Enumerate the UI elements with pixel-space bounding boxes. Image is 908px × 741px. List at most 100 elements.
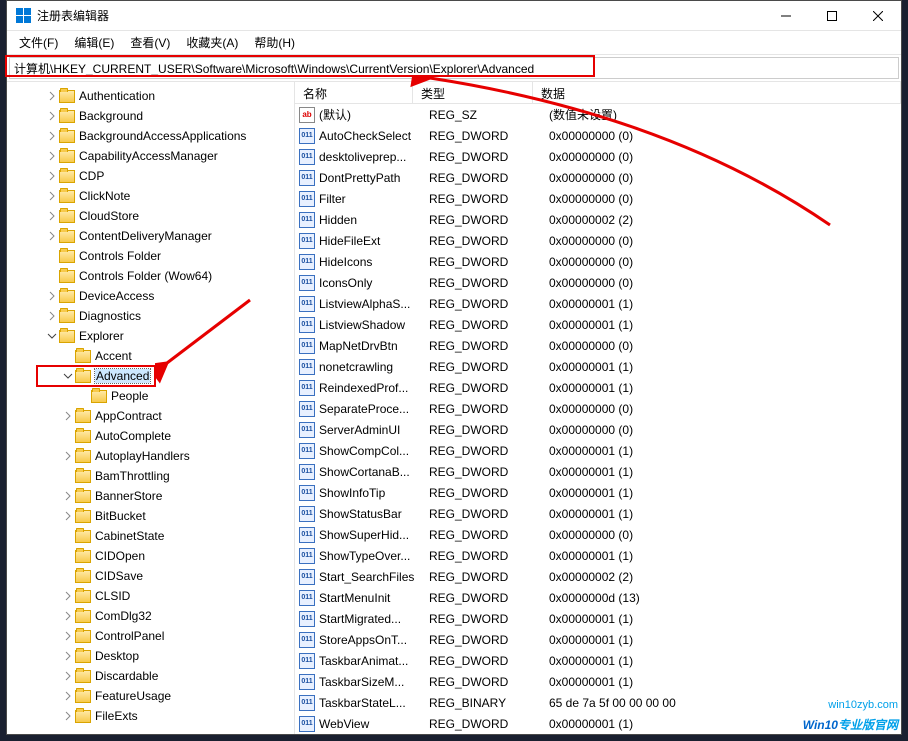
minimize-button[interactable] <box>763 1 809 31</box>
tree-item[interactable]: AutoComplete <box>7 426 294 446</box>
tree-item[interactable]: BitBucket <box>7 506 294 526</box>
chevron-icon[interactable] <box>61 371 75 381</box>
chevron-icon[interactable] <box>45 331 59 341</box>
value-row[interactable]: 011TaskbarAnimat...REG_DWORD0x00000001 (… <box>295 650 901 671</box>
tree-item[interactable]: AppContract <box>7 406 294 426</box>
chevron-icon[interactable] <box>61 411 75 421</box>
value-row[interactable]: 011TaskbarSizeM...REG_DWORD0x00000001 (1… <box>295 671 901 692</box>
value-row[interactable]: 011Start_SearchFilesREG_DWORD0x00000002 … <box>295 566 901 587</box>
chevron-icon[interactable] <box>61 511 75 521</box>
tree-item[interactable]: Background <box>7 106 294 126</box>
chevron-icon[interactable] <box>45 151 59 161</box>
value-row[interactable]: 011TaskbarStateL...REG_BINARY65 de 7a 5f… <box>295 692 901 713</box>
value-row[interactable]: 011ReindexedProf...REG_DWORD0x00000001 (… <box>295 377 901 398</box>
tree-item[interactable]: BackgroundAccessApplications <box>7 126 294 146</box>
chevron-icon[interactable] <box>61 651 75 661</box>
chevron-icon[interactable] <box>61 711 75 721</box>
column-name[interactable]: 名称 <box>295 82 413 103</box>
tree-item[interactable]: FeatureUsage <box>7 686 294 706</box>
registry-tree[interactable]: AuthenticationBackgroundBackgroundAccess… <box>7 82 295 734</box>
tree-item[interactable]: Authentication <box>7 86 294 106</box>
tree-item[interactable]: AutoplayHandlers <box>7 446 294 466</box>
tree-item[interactable]: Controls Folder (Wow64) <box>7 266 294 286</box>
tree-item[interactable]: FileExts <box>7 706 294 726</box>
chevron-icon[interactable] <box>45 311 59 321</box>
tree-item[interactable]: ComDlg32 <box>7 606 294 626</box>
value-row[interactable]: ab(默认)REG_SZ(数值未设置) <box>295 104 901 125</box>
chevron-icon[interactable] <box>45 191 59 201</box>
value-row[interactable]: 011ShowSuperHid...REG_DWORD0x00000000 (0… <box>295 524 901 545</box>
tree-item[interactable]: Explorer <box>7 326 294 346</box>
value-row[interactable]: 011HideIconsREG_DWORD0x00000000 (0) <box>295 251 901 272</box>
close-button[interactable] <box>855 1 901 31</box>
values-rows[interactable]: ab(默认)REG_SZ(数值未设置)011AutoCheckSelectREG… <box>295 104 901 734</box>
value-row[interactable]: 011HideFileExtREG_DWORD0x00000000 (0) <box>295 230 901 251</box>
tree-item[interactable]: Advanced <box>7 366 294 386</box>
tree-item[interactable]: CDP <box>7 166 294 186</box>
menu-edit[interactable]: 编辑(E) <box>66 32 122 53</box>
tree-item[interactable]: CloudStore <box>7 206 294 226</box>
chevron-icon[interactable] <box>61 631 75 641</box>
column-type[interactable]: 类型 <box>413 82 533 103</box>
chevron-icon[interactable] <box>45 91 59 101</box>
chevron-icon[interactable] <box>45 291 59 301</box>
value-row[interactable]: 011nonetcrawlingREG_DWORD0x00000001 (1) <box>295 356 901 377</box>
column-data[interactable]: 数据 <box>533 82 901 103</box>
chevron-icon[interactable] <box>61 611 75 621</box>
menu-file[interactable]: 文件(F) <box>11 32 66 53</box>
value-row[interactable]: 011MapNetDrvBtnREG_DWORD0x00000000 (0) <box>295 335 901 356</box>
value-row[interactable]: 011DontPrettyPathREG_DWORD0x00000000 (0) <box>295 167 901 188</box>
title-bar[interactable]: 注册表编辑器 <box>7 1 901 31</box>
value-row[interactable]: 011StoreAppsOnT...REG_DWORD0x00000001 (1… <box>295 629 901 650</box>
value-row[interactable]: 011FilterREG_DWORD0x00000000 (0) <box>295 188 901 209</box>
tree-item[interactable]: CIDSave <box>7 566 294 586</box>
tree-item[interactable]: People <box>7 386 294 406</box>
tree-item[interactable]: DeviceAccess <box>7 286 294 306</box>
tree-item[interactable]: Discardable <box>7 666 294 686</box>
value-row[interactable]: 011ServerAdminUIREG_DWORD0x00000000 (0) <box>295 419 901 440</box>
tree-item[interactable]: Diagnostics <box>7 306 294 326</box>
tree-item[interactable]: ControlPanel <box>7 626 294 646</box>
list-header[interactable]: 名称 类型 数据 <box>295 82 901 104</box>
menu-view[interactable]: 查看(V) <box>122 32 178 53</box>
chevron-icon[interactable] <box>61 671 75 681</box>
tree-item[interactable]: CapabilityAccessManager <box>7 146 294 166</box>
value-row[interactable]: 011ShowInfoTipREG_DWORD0x00000001 (1) <box>295 482 901 503</box>
value-row[interactable]: 011ShowCompCol...REG_DWORD0x00000001 (1) <box>295 440 901 461</box>
chevron-icon[interactable] <box>61 591 75 601</box>
tree-item[interactable]: Accent <box>7 346 294 366</box>
value-row[interactable]: 011HiddenREG_DWORD0x00000002 (2) <box>295 209 901 230</box>
menu-favorites[interactable]: 收藏夹(A) <box>178 32 246 53</box>
tree-item[interactable]: BannerStore <box>7 486 294 506</box>
chevron-icon[interactable] <box>45 131 59 141</box>
tree-item[interactable]: Desktop <box>7 646 294 666</box>
chevron-icon[interactable] <box>45 111 59 121</box>
value-row[interactable]: 011desktoliveprep...REG_DWORD0x00000000 … <box>295 146 901 167</box>
value-row[interactable]: 011StartMigrated...REG_DWORD0x00000001 (… <box>295 608 901 629</box>
address-bar[interactable]: 计算机\HKEY_CURRENT_USER\Software\Microsoft… <box>9 57 899 79</box>
value-row[interactable]: 011ShowTypeOver...REG_DWORD0x00000001 (1… <box>295 545 901 566</box>
tree-item[interactable]: CabinetState <box>7 526 294 546</box>
chevron-icon[interactable] <box>45 171 59 181</box>
value-row[interactable]: 011AutoCheckSelectREG_DWORD0x00000000 (0… <box>295 125 901 146</box>
chevron-icon[interactable] <box>61 451 75 461</box>
menu-help[interactable]: 帮助(H) <box>246 32 303 53</box>
tree-item[interactable]: ClickNote <box>7 186 294 206</box>
value-row[interactable]: 011ListviewShadowREG_DWORD0x00000001 (1) <box>295 314 901 335</box>
chevron-icon[interactable] <box>61 691 75 701</box>
tree-item[interactable]: CLSID <box>7 586 294 606</box>
value-row[interactable]: 011ShowCortanaB...REG_DWORD0x00000001 (1… <box>295 461 901 482</box>
value-row[interactable]: 011WebViewREG_DWORD0x00000001 (1) <box>295 713 901 734</box>
value-row[interactable]: 011ListviewAlphaS...REG_DWORD0x00000001 … <box>295 293 901 314</box>
maximize-button[interactable] <box>809 1 855 31</box>
tree-item[interactable]: BamThrottling <box>7 466 294 486</box>
chevron-icon[interactable] <box>45 211 59 221</box>
tree-item[interactable]: Controls Folder <box>7 246 294 266</box>
tree-item[interactable]: ContentDeliveryManager <box>7 226 294 246</box>
value-row[interactable]: 011SeparateProce...REG_DWORD0x00000000 (… <box>295 398 901 419</box>
value-row[interactable]: 011ShowStatusBarREG_DWORD0x00000001 (1) <box>295 503 901 524</box>
chevron-icon[interactable] <box>45 231 59 241</box>
tree-item[interactable]: CIDOpen <box>7 546 294 566</box>
value-row[interactable]: 011IconsOnlyREG_DWORD0x00000000 (0) <box>295 272 901 293</box>
chevron-icon[interactable] <box>61 491 75 501</box>
